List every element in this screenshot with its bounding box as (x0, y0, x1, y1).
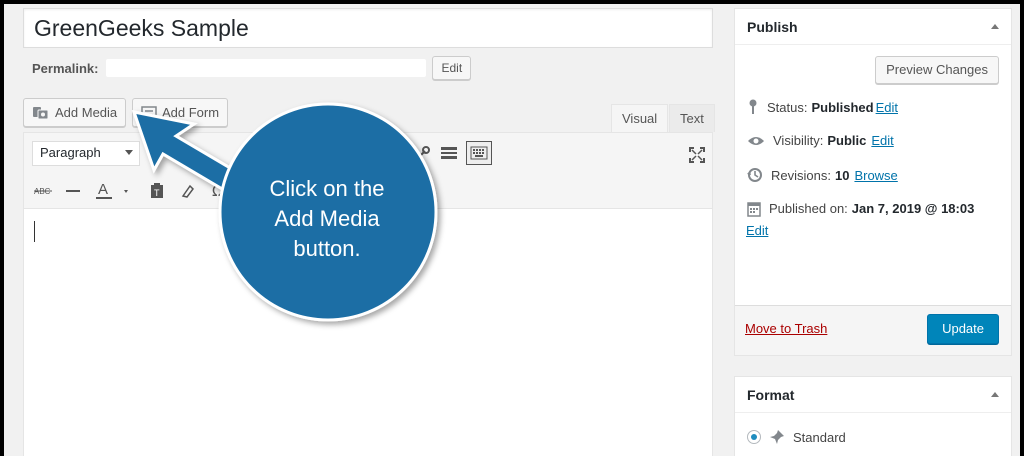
callout-line-1: Click on the (269, 176, 385, 201)
callout-line-2: Add Media (274, 206, 380, 231)
callout-overlay (131, 102, 438, 322)
callout-text: Click on the Add Media button. (222, 174, 432, 264)
callout-line-3: button. (293, 236, 361, 261)
wp-post-editor: GreenGeeks Sample Permalink: Edit Add Me… (4, 4, 1020, 456)
